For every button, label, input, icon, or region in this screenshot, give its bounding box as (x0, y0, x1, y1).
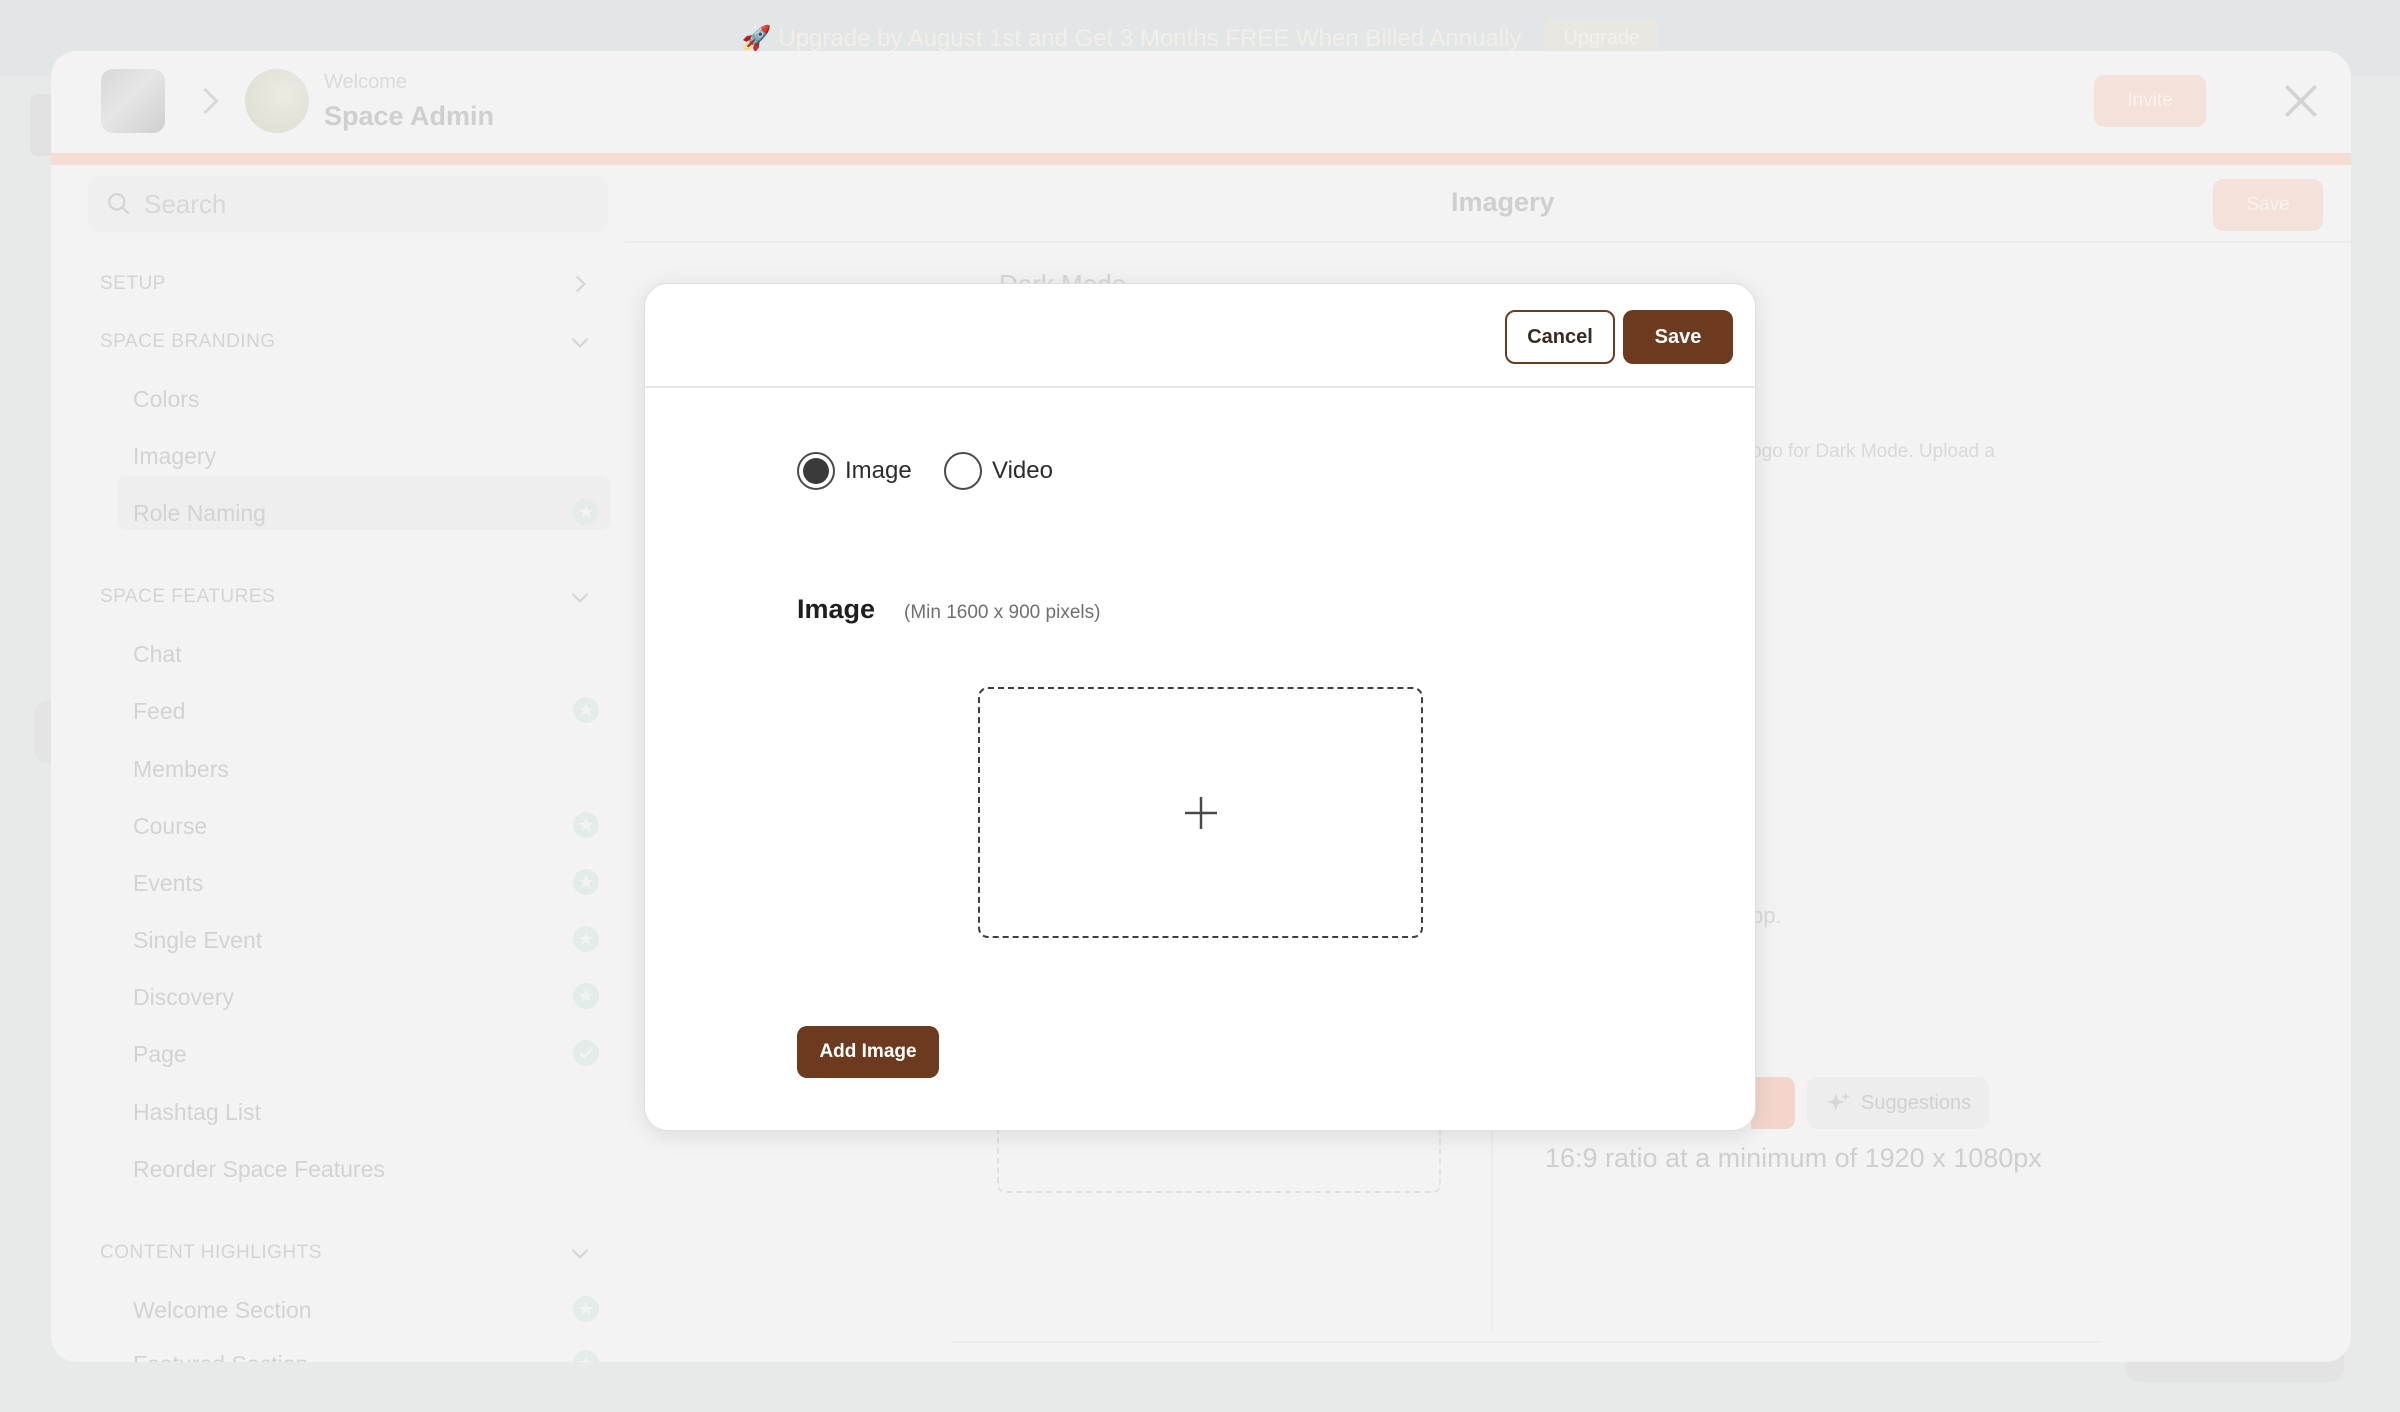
header-accent-bar (51, 153, 2351, 165)
bottom-divider (951, 1341, 2101, 1343)
sparkle-icon (1827, 1092, 1850, 1111)
chevron-down-icon[interactable] (567, 584, 593, 610)
star-badge-icon (573, 697, 599, 723)
welcome-label: Welcome (324, 71, 407, 93)
invite-button[interactable]: Invite (2094, 75, 2206, 127)
main-divider (625, 241, 2351, 243)
sidebar-item-page[interactable]: Page (133, 1041, 187, 1068)
star-badge-icon (573, 869, 599, 895)
background-upload-button[interactable] (1751, 1077, 1795, 1129)
main-save-button[interactable]: Save (2213, 179, 2323, 231)
star-badge-icon (573, 983, 599, 1009)
chevron-right-icon[interactable] (567, 271, 593, 297)
sidebar-item-welcome-section[interactable]: Welcome Section (133, 1297, 312, 1324)
search-placeholder: Search (144, 188, 227, 219)
close-icon[interactable] (2279, 79, 2323, 123)
promo-text: 🚀 Upgrade by August 1st and Get 3 Months… (741, 24, 1522, 52)
chevron-down-icon[interactable] (567, 329, 593, 355)
image-field-label: Image (797, 594, 876, 624)
save-button[interactable]: Save (1623, 310, 1733, 364)
section-content-highlights[interactable]: CONTENT HIGHLIGHTS (100, 1242, 322, 1264)
image-dropzone[interactable] (978, 687, 1423, 938)
radio-image-label: Image (845, 457, 912, 484)
sidebar-item-members[interactable]: Members (133, 756, 229, 783)
sidebar-item-featured-section[interactable]: Featured Section (133, 1351, 308, 1362)
sidebar-item-discovery[interactable]: Discovery (133, 984, 234, 1011)
sidebar-search-input[interactable]: Search (88, 176, 608, 232)
page-title: Imagery (1451, 187, 1555, 217)
radio-video-label: Video (992, 457, 1053, 484)
breadcrumb-chevron-icon (203, 87, 219, 115)
sidebar-item-chat[interactable]: Chat (133, 641, 182, 668)
dark-mode-description: ogo for Dark Mode. Upload a (1751, 441, 1995, 462)
admin-avatar[interactable] (245, 69, 309, 133)
radio-image-option[interactable]: Image (797, 452, 912, 490)
sidebar-item-role-naming[interactable]: Role Naming (133, 500, 266, 527)
check-badge-icon (573, 1040, 599, 1066)
cancel-button[interactable]: Cancel (1505, 310, 1615, 364)
section-setup[interactable]: SETUP (100, 273, 166, 295)
sidebar-item-reorder-space-features[interactable]: Reorder Space Features (133, 1156, 385, 1183)
star-badge-icon (573, 926, 599, 952)
sidebar-item-course[interactable]: Course (133, 813, 207, 840)
add-image-button[interactable]: Add Image (797, 1026, 939, 1078)
modal-header: Cancel Save (645, 284, 1755, 388)
chevron-down-icon[interactable] (567, 1240, 593, 1266)
section-space-features[interactable]: SPACE FEATURES (100, 586, 275, 608)
star-badge-icon (573, 499, 599, 525)
search-icon (108, 193, 130, 215)
sidebar-item-imagery[interactable]: Imagery (133, 443, 216, 470)
radio-video[interactable] (944, 452, 982, 490)
suggestions-label: Suggestions (1861, 1091, 1972, 1114)
star-badge-icon (573, 1350, 599, 1362)
sidebar-item-single-event[interactable]: Single Event (133, 927, 262, 954)
ratio-hint: 16:9 ratio at a minimum of 1920 x 1080px (1545, 1143, 2042, 1173)
drawer-header: Welcome Space Admin Invite (51, 51, 2351, 153)
section-space-branding[interactable]: SPACE BRANDING (100, 331, 276, 353)
sidebar-item-events[interactable]: Events (133, 870, 203, 897)
admin-name: Space Admin (324, 101, 495, 131)
image-size-hint: (Min 1600 x 900 pixels) (904, 602, 1101, 623)
space-thumbnail[interactable] (101, 69, 165, 133)
sidebar-item-feed[interactable]: Feed (133, 698, 185, 725)
star-badge-icon (573, 812, 599, 838)
plus-icon (1184, 796, 1217, 829)
radio-video-option[interactable]: Video (944, 452, 1053, 490)
suggestions-button[interactable]: Suggestions (1807, 1077, 1990, 1129)
sidebar-item-hashtag-list[interactable]: Hashtag List (133, 1099, 261, 1126)
sidebar-item-colors[interactable]: Colors (133, 386, 199, 413)
radio-image[interactable] (797, 452, 835, 490)
star-badge-icon (573, 1296, 599, 1322)
media-upload-modal: Cancel Save Image Video Image (Min 1600 … (644, 283, 1756, 1131)
